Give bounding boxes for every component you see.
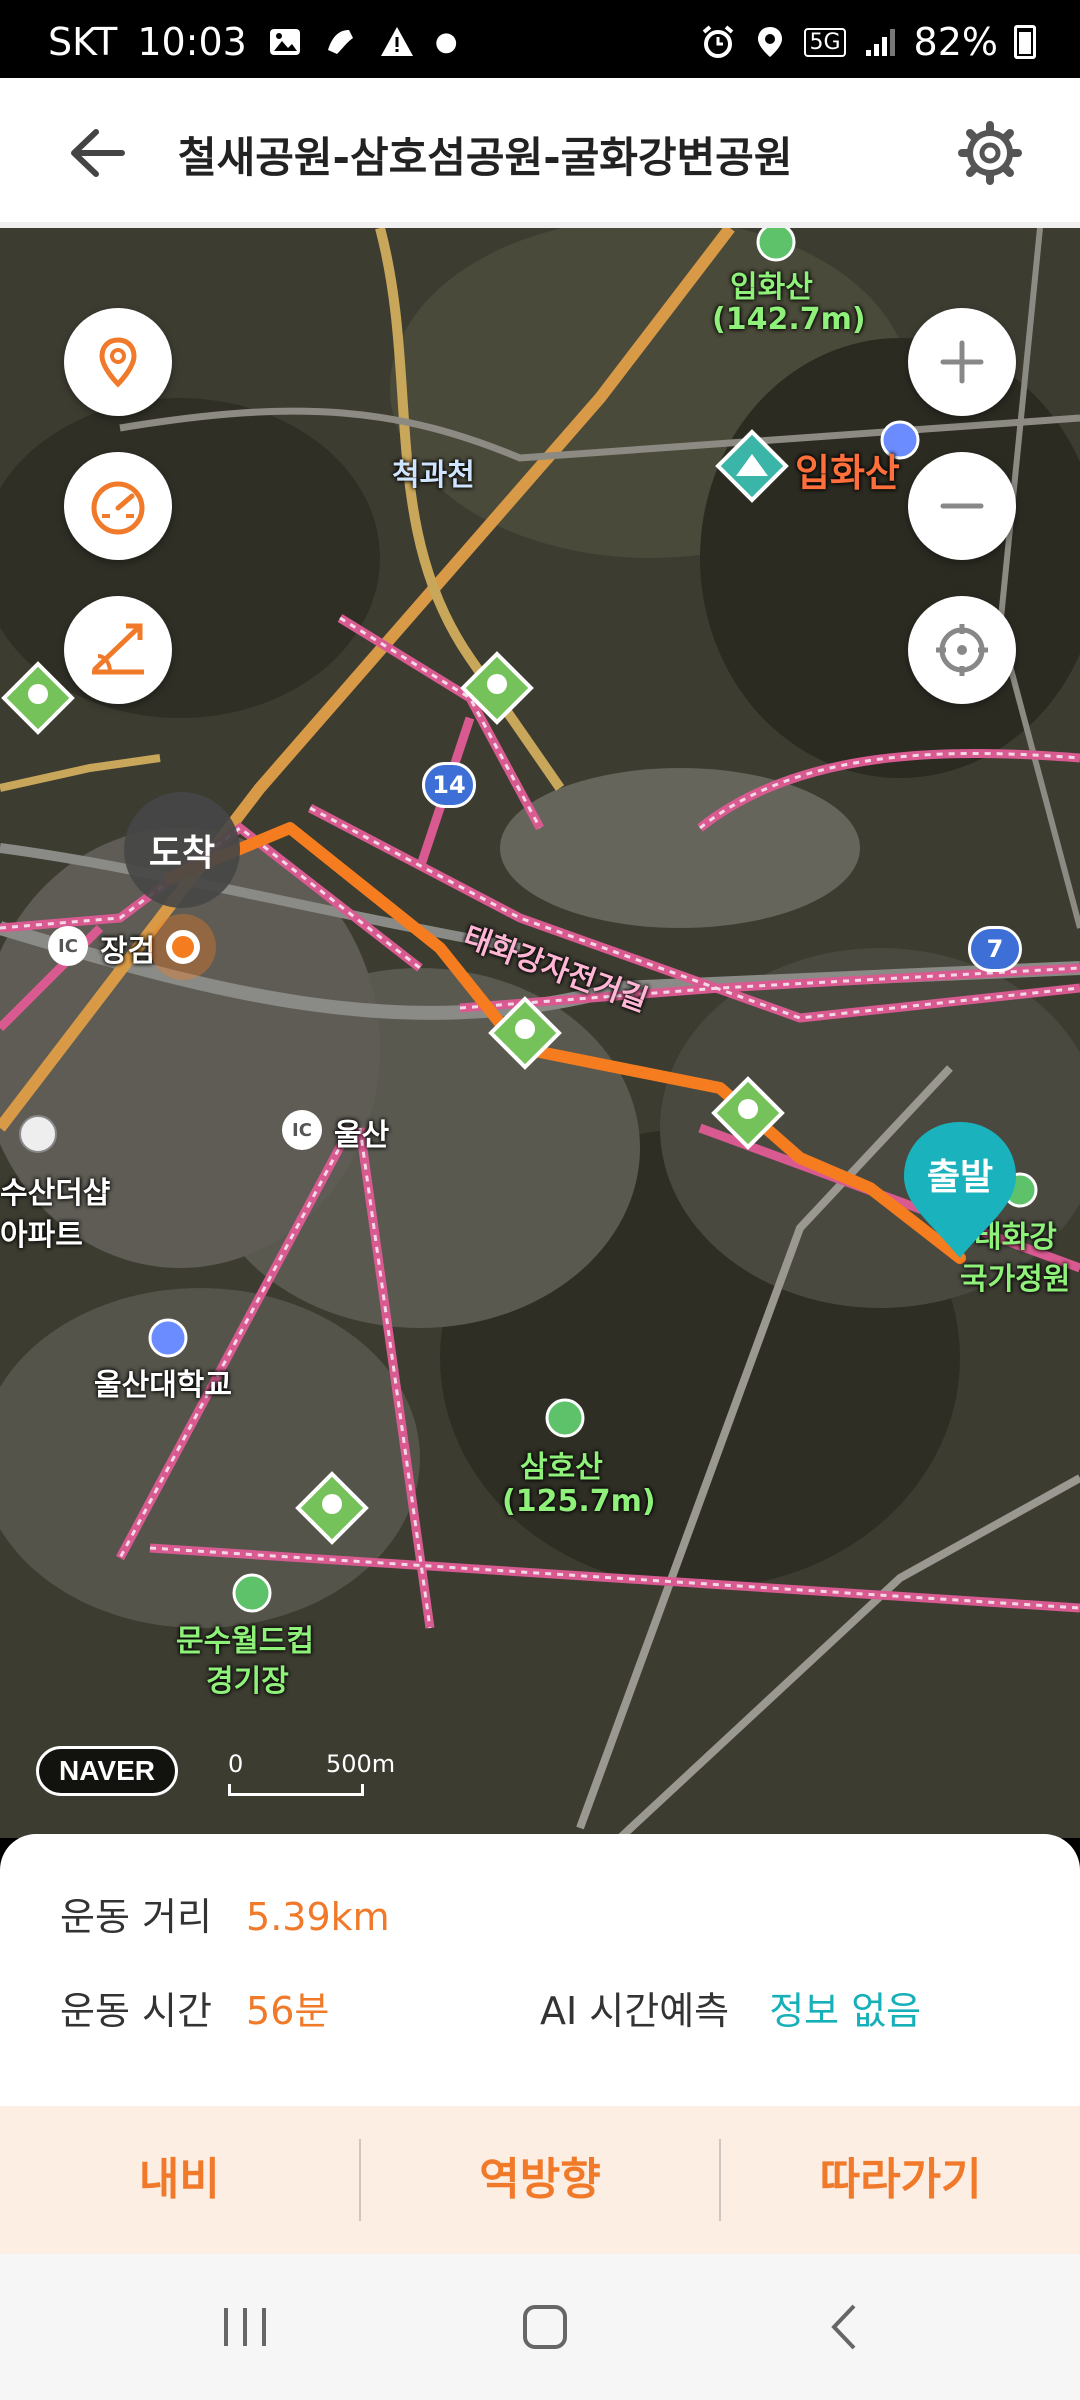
carrier: SKT (48, 20, 118, 64)
home-icon[interactable] (500, 2292, 590, 2362)
label-ulsan-univ: 울산대학교 (94, 1368, 232, 1403)
altitude-button[interactable] (64, 596, 172, 704)
scale-bar (228, 1784, 364, 1796)
location-icon (758, 27, 783, 57)
time-value: 56분 (246, 1989, 330, 2033)
speedometer-icon (91, 481, 145, 535)
label-ipwhasan-alt: (142.7m) (712, 302, 866, 337)
gallery-icon (269, 29, 300, 55)
map-view[interactable]: 14 7 IC IC 입화산 (142.7m) 입화산 척과천 태화강자전거길 … (0, 228, 1080, 1838)
crosshair-icon (936, 624, 988, 676)
scale-zero: 0 (228, 1750, 244, 1778)
arrival-pin-label: 도착 (124, 792, 240, 908)
dot-icon: ● (434, 27, 458, 57)
route-info-sheet: 운동 거리 5.39km 운동 시간 56분 AI 시간예측 정보 없음 (0, 1834, 1080, 2106)
arrival-marker[interactable]: 도착 (124, 792, 240, 992)
label-sudeoksap-2: 아파트 (0, 1218, 83, 1253)
my-location-pin-button[interactable] (64, 308, 172, 416)
map-pin-icon (99, 337, 137, 388)
follow-button[interactable]: 따라가기 (721, 2139, 1080, 2221)
minus-icon (940, 503, 984, 509)
shoe-icon (327, 30, 353, 54)
signal-icon (865, 29, 895, 56)
action-bar: 내비 역방향 따라가기 (0, 2106, 1080, 2254)
label-ipwhasan: 입화산 (730, 270, 813, 305)
app-header: 철새공원-삼호섬공원-굴화강변공원 (0, 78, 1080, 228)
battery-percent: 82% (913, 20, 998, 64)
label-samhosan: 삼호산 (520, 1450, 603, 1485)
system-nav-bar (0, 2254, 1080, 2400)
current-location-button[interactable] (908, 596, 1016, 704)
ic-badge-janggeom: IC (48, 926, 88, 966)
battery-icon (1014, 25, 1036, 59)
route-14-badge: 14 (422, 762, 476, 808)
back-icon[interactable] (800, 2292, 890, 2362)
navi-button[interactable]: 내비 (0, 2139, 359, 2221)
status-bar: SKT 10:03 ● 5G 82% (0, 0, 1080, 78)
distance-value: 5.39km (246, 1895, 390, 1939)
alarm-icon (703, 25, 734, 58)
zoom-in-button[interactable] (908, 308, 1016, 416)
label-samhosan-alt: (125.7m) (502, 1484, 656, 1519)
ai-prediction-label: AI 시간예측 (540, 1989, 730, 2033)
route-7-badge: 7 (968, 926, 1022, 972)
label-ipwhasan-poi: 입화산 (795, 451, 900, 495)
elevation-icon (92, 623, 144, 675)
start-pin-label: 출발 (926, 1157, 994, 1198)
page-title: 철새공원-삼호섬공원-굴화강변공원 (178, 133, 793, 182)
back-arrow-icon[interactable] (60, 118, 140, 188)
satellite-map (0, 228, 1080, 1838)
label-munsu-1: 문수월드컵 (176, 1624, 314, 1659)
network-type: 5G (804, 27, 846, 57)
warning-icon (380, 27, 413, 56)
ai-prediction-value: 정보 없음 (769, 1989, 922, 2033)
time-label: 운동 시간 (60, 1989, 212, 2033)
label-ulsan: 울산 (334, 1118, 390, 1153)
plus-icon (940, 340, 984, 384)
ic-badge-ulsan: IC (282, 1110, 322, 1150)
label-munsu-2: 경기장 (206, 1664, 289, 1699)
start-marker[interactable]: 출발 (900, 1118, 1020, 1268)
clock: 10:03 (137, 20, 247, 64)
distance-label: 운동 거리 (60, 1895, 212, 1939)
reverse-button[interactable]: 역방향 (361, 2139, 720, 2221)
recent-apps-icon[interactable] (200, 2292, 290, 2362)
label-sudeoksap-1: 수산더샵 (0, 1176, 111, 1211)
label-cheokgwacheon: 척과천 (392, 458, 475, 493)
speed-button[interactable] (64, 452, 172, 560)
naver-logo: NAVER (36, 1746, 178, 1796)
scale-label: 500m (326, 1750, 396, 1778)
zoom-out-button[interactable] (908, 452, 1016, 560)
gear-icon[interactable] (950, 118, 1030, 188)
